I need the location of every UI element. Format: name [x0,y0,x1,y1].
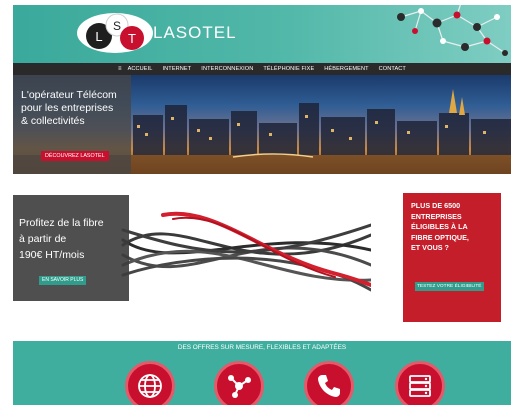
fibre-line: à partir de [19,233,67,245]
nav-item-hebergement[interactable]: HÉBERGEMENT [324,66,368,72]
fibre-headline: Profitez de la fibre à partir de 190€ HT… [19,215,104,263]
eligibility-card: PLUS DE 6500 ENTREPRISES ÉLIGIBLES À LA … [403,193,501,322]
discover-lasotel-button[interactable]: DÉCOUVREZ LASOTEL [41,151,109,161]
hero-banner: L'opérateur Télécom pour les entreprises… [13,75,511,174]
logo-letter-t: T [128,31,136,46]
nav-item-internet[interactable]: INTERNET [163,66,192,72]
server-icon [409,375,431,397]
molecule-graphic [397,5,508,56]
eligibility-line: ET VOUS ? [411,243,449,252]
main-nav: ≡ ACCUEIL INTERNET INTERCONNEXION TÉLÉPH… [13,63,511,75]
hero-headline: L'opérateur Télécom pour les entreprises… [21,89,125,128]
fibre-line: 190€ HT/mois [19,249,85,261]
offers-band: DES OFFRES SUR MESURE, FLEXIBLES ET ADAP… [13,341,511,405]
nav-item-telephonie-fixe[interactable]: TÉLÉPHONIE FIXE [263,66,314,72]
nav-item-accueil[interactable]: ACCUEIL [128,66,153,72]
hero-overlay: L'opérateur Télécom pour les entreprises… [13,75,131,174]
logo-letter-s: S [113,19,121,33]
phone-icon [318,375,340,397]
offers-title: DES OFFRES SUR MESURE, FLEXIBLES ET ADAP… [177,344,347,351]
offer-telephonie[interactable] [304,361,354,405]
nav-item-interconnexion[interactable]: INTERCONNEXION [201,66,253,72]
hero-line: pour les entreprises [21,102,114,114]
eligibility-headline: PLUS DE 6500 ENTREPRISES ÉLIGIBLES À LA … [411,201,495,254]
fibre-line: Profitez de la fibre [19,217,104,229]
learn-more-button[interactable]: EN SAVOIR PLUS [39,276,87,285]
home-icon[interactable]: ≡ [118,66,122,72]
eligibility-line: FIBRE OPTIQUE, [411,232,469,242]
test-eligibility-button[interactable]: TESTEZ VOTRE ÉLIGIBILITÉ [415,282,484,291]
globe-icon [138,374,162,398]
offer-internet[interactable] [125,361,175,405]
site-header: L S T LASOTEL [13,5,511,63]
hero-line: & collectivités [21,115,85,127]
offer-hebergement[interactable] [395,361,445,405]
logo-letter-l: L [95,29,102,44]
eligibility-line: PLUS DE 6500 [411,201,461,210]
fibre-panel: Profitez de la fibre à partir de 190€ HT… [13,195,129,301]
brand-name[interactable]: LASOTEL [153,23,237,43]
hero-line: L'opérateur Télécom [21,89,117,101]
lasotel-logo[interactable]: L S T [75,11,155,55]
eligibility-line: ÉLIGIBLES À LA [411,222,468,231]
eligibility-line: ENTREPRISES [411,211,462,221]
nav-item-contact[interactable]: CONTACT [379,66,406,72]
network-icon [228,375,251,398]
offer-interconnexion[interactable] [214,361,264,405]
fibre-promo: Profitez de la fibre à partir de 190€ HT… [13,195,371,301]
